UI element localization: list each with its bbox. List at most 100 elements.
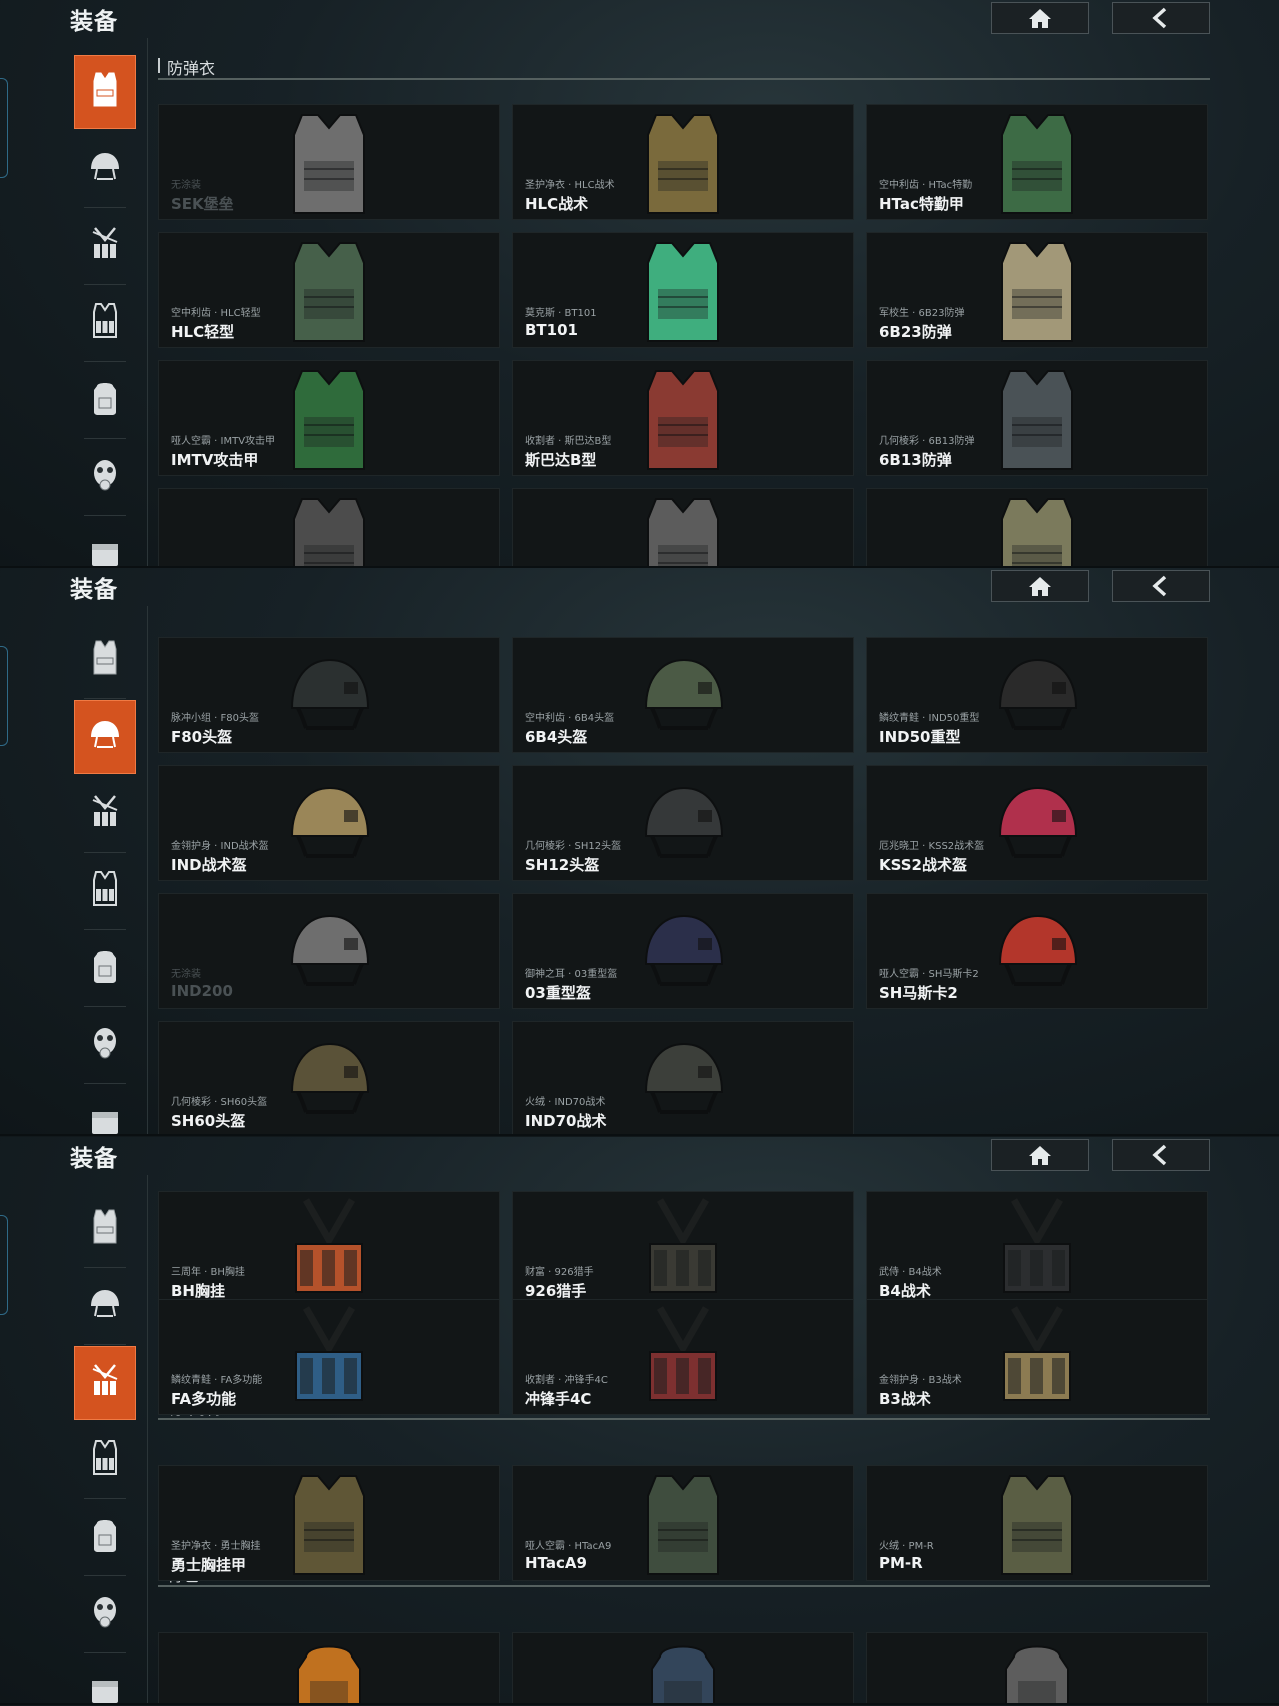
item-name: 926猎手	[525, 1282, 587, 1300]
vest-image	[638, 1470, 728, 1578]
item-name: IND50重型	[879, 728, 961, 746]
equipment-card[interactable]	[512, 488, 854, 568]
item-name: SH马斯卡2	[879, 984, 958, 1002]
nav-gas-mask[interactable]	[74, 1008, 136, 1084]
equipment-card[interactable]: 无涂装 SEK堡垒	[158, 104, 500, 220]
item-name: 斯巴达B型	[525, 451, 597, 469]
nav-gas-mask[interactable]	[74, 440, 136, 516]
skin-label: 几何棱彩 · SH60头盔	[171, 1097, 268, 1108]
pouch-icon	[87, 1100, 123, 1136]
back-button[interactable]	[1112, 570, 1210, 602]
home-button[interactable]	[991, 2, 1089, 34]
chest-rig-icon	[87, 224, 123, 268]
nav-chest-rig[interactable]	[74, 1346, 136, 1420]
helmet-icon	[87, 1284, 123, 1328]
equipment-card[interactable]: 武侍 · B4战术 B4战术	[866, 1191, 1208, 1307]
equipment-card[interactable]: 军校生 · 6B23防弹 6B23防弹	[866, 232, 1208, 348]
equipment-card[interactable]: 火绒 · PM-R PM-R	[866, 1465, 1208, 1581]
nav-chest-rig[interactable]	[74, 777, 136, 853]
nav-helmet[interactable]	[74, 132, 136, 208]
nav-helmet[interactable]	[74, 1269, 136, 1345]
skin-label: 火绒 · IND70战术	[525, 1097, 606, 1108]
vest-image	[284, 237, 374, 345]
equipment-card[interactable]: 哑人空霸 · HTacA9 HTacA9	[512, 1465, 854, 1581]
back-button[interactable]	[1112, 2, 1210, 34]
equipment-card[interactable]: 几何棱彩 · 6B13防弹 6B13防弹	[866, 360, 1208, 476]
item-name: KSS2战术盔	[879, 856, 967, 874]
equipment-card[interactable]: 金翎护身 · IND战术盔 IND战术盔	[158, 765, 500, 881]
skin-label: 鳞纹青鲑 · FA多功能	[171, 1375, 263, 1386]
equipment-card[interactable]: 空中利齿 · HTac特勤 HTac特勤甲	[866, 104, 1208, 220]
item-name: SH60头盔	[171, 1112, 246, 1130]
page-title: 装备	[70, 577, 118, 603]
drawer-handle[interactable]	[0, 1215, 8, 1315]
nav-armored-rig[interactable]	[74, 854, 136, 930]
item-name: B4战术	[879, 1282, 931, 1300]
equipment-card[interactable]: 金翎护身 · B3战术 B3战术	[866, 1299, 1208, 1415]
skin-label: 金翎护身 · B3战术	[879, 1375, 962, 1386]
equipment-card[interactable]: 脉冲小组 · F80头盔 F80头盔	[158, 637, 500, 753]
nav-armored-rig[interactable]	[74, 286, 136, 362]
equipment-card[interactable]: 莫克斯 · BT101 BT101	[512, 232, 854, 348]
equipment-card[interactable]: 火绒 · IND70战术 IND70战术	[512, 1021, 854, 1136]
skin-label: 哑人空霸 · SH马斯卡2	[879, 969, 979, 980]
equipment-card[interactable]: 三周年 · BH胸挂 BH胸挂	[158, 1191, 500, 1307]
vest-image	[638, 365, 728, 473]
equipment-card[interactable]: 鳞纹青鲑 · FA多功能 FA多功能	[158, 1299, 500, 1415]
equipment-card[interactable]: 收割者 · 冲锋手4C 冲锋手4C	[512, 1299, 854, 1415]
nav-body-armor[interactable]	[74, 1192, 136, 1268]
item-name: IND战术盔	[171, 856, 247, 874]
nav-pouch[interactable]	[74, 1654, 136, 1705]
nav-divider	[84, 1652, 126, 1653]
equipment-card[interactable]	[158, 488, 500, 568]
equipment-card[interactable]: 哑人空霸 · SH马斯卡2 SH马斯卡2	[866, 893, 1208, 1009]
equipment-card[interactable]: 财富 · 926猎手 926猎手	[512, 1191, 854, 1307]
vest-image	[992, 109, 1082, 217]
home-button[interactable]	[991, 570, 1089, 602]
equipment-card[interactable]: 厄兆晓卫 · KSS2战术盔 KSS2战术盔	[866, 765, 1208, 881]
equipment-card[interactable]	[866, 488, 1208, 568]
equipment-card[interactable]: 收割者 · 斯巴达B型 斯巴达B型	[512, 360, 854, 476]
nav-backpack[interactable]	[74, 1500, 136, 1576]
home-button[interactable]	[991, 1139, 1089, 1171]
equipment-card[interactable]: 圣护净衣 · HLC战术 HLC战术	[512, 104, 854, 220]
body-armor-icon	[87, 1207, 123, 1251]
nav-backpack[interactable]	[74, 931, 136, 1007]
equipment-card[interactable]: 几何棱彩 · SH60头盔 SH60头盔	[158, 1021, 500, 1136]
nav-pouch[interactable]	[74, 517, 136, 568]
nav-gas-mask[interactable]	[74, 1577, 136, 1653]
item-name: 6B13防弹	[879, 451, 952, 469]
equipment-card[interactable]: 空中利齿 · HLC轻型 HLC轻型	[158, 232, 500, 348]
drawer-handle[interactable]	[0, 646, 8, 746]
nav-helmet[interactable]	[74, 700, 136, 774]
equipment-card[interactable]: 无涂装 IND200	[158, 893, 500, 1009]
nav-backpack[interactable]	[74, 363, 136, 439]
equipment-card[interactable]	[512, 1632, 854, 1705]
skin-label: 收割者 · 斯巴达B型	[525, 436, 612, 447]
nav-body-armor[interactable]	[74, 623, 136, 699]
nav-chest-rig[interactable]	[74, 209, 136, 285]
skin-label: 御神之耳 · 03重型盔	[525, 969, 618, 980]
nav-pouch[interactable]	[74, 1085, 136, 1136]
helmet-icon	[87, 715, 123, 759]
equipment-card[interactable]: 御神之耳 · 03重型盔 03重型盔	[512, 893, 854, 1009]
helmet-image	[638, 1026, 728, 1134]
nav-divider	[84, 1006, 126, 1007]
equipment-card[interactable]: 鳞纹青鲑 · IND50重型 IND50重型	[866, 637, 1208, 753]
helmet-image	[992, 642, 1082, 750]
equipment-card[interactable]: 哑人空霸 · IMTV攻击甲 IMTV攻击甲	[158, 360, 500, 476]
nav-armored-rig[interactable]	[74, 1423, 136, 1499]
nav-divider	[84, 1498, 126, 1499]
skin-label: 厄兆晓卫 · KSS2战术盔	[879, 841, 985, 852]
equipment-card[interactable]: 几何棱彩 · SH12头盔 SH12头盔	[512, 765, 854, 881]
equipment-card[interactable]	[158, 1632, 500, 1705]
vest-image	[284, 1470, 374, 1578]
back-button[interactable]	[1112, 1139, 1210, 1171]
skin-label: 空中利齿 · HLC轻型	[171, 308, 261, 319]
equipment-card[interactable]: 圣护净衣 · 勇士胸挂 勇士胸挂甲	[158, 1465, 500, 1581]
drawer-handle[interactable]	[0, 78, 8, 178]
nav-body-armor[interactable]	[74, 55, 136, 129]
backpack-icon	[87, 1515, 123, 1559]
equipment-card[interactable]	[866, 1632, 1208, 1705]
equipment-card[interactable]: 空中利齿 · 6B4头盔 6B4头盔	[512, 637, 854, 753]
